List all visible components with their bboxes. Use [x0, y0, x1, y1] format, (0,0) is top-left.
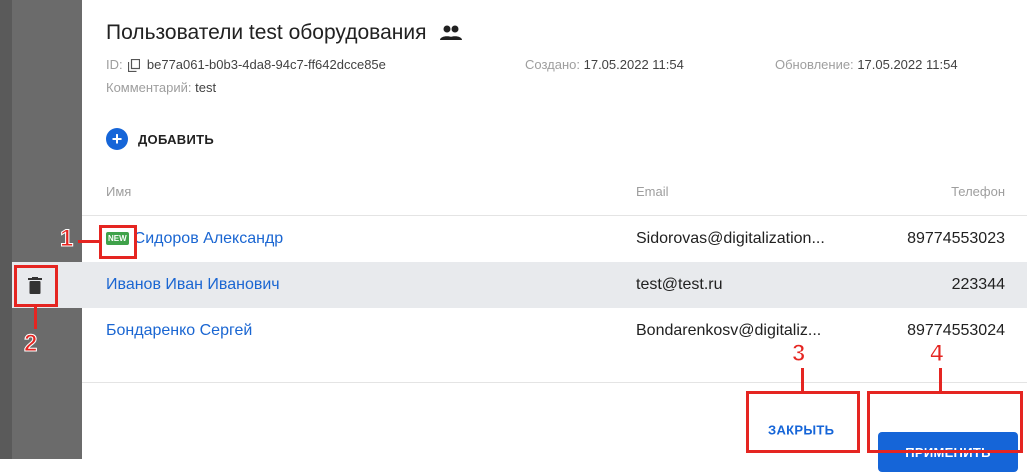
- new-badge: NEW: [106, 232, 129, 246]
- user-name-link[interactable]: Иванов Иван Иванович: [106, 276, 280, 294]
- annotation-number-3: 3: [791, 340, 806, 368]
- id-value: be77a061-b0b3-4da8-94c7-ff642dcce85e: [146, 57, 386, 72]
- table-row[interactable]: Иванов Иван Иванович test@test.ru 223344: [82, 262, 1027, 308]
- comment-value: test: [195, 80, 217, 95]
- created-value: 17.05.2022 11:54: [583, 57, 684, 72]
- annotation-number-1: 1: [59, 225, 74, 253]
- add-button[interactable]: + ДОБАВИТЬ: [106, 128, 214, 150]
- user-email: Bondarenkosv@digitaliz...: [636, 322, 822, 339]
- close-button[interactable]: ЗАКРЫТЬ: [768, 423, 834, 438]
- dialog-panel: Пользователи test оборудования ID: be77a…: [82, 0, 1027, 472]
- updated-label: Обновление:: [775, 57, 854, 72]
- annotation-line-2: [34, 307, 37, 329]
- copy-icon[interactable]: [128, 59, 141, 73]
- comment-line: Комментарий: test: [106, 80, 216, 95]
- annotation-line-4: [939, 368, 942, 391]
- annotation-number-4: 4: [929, 340, 944, 368]
- column-header-email[interactable]: Email: [636, 184, 669, 199]
- id-line: ID: be77a061-b0b3-4da8-94c7-ff642dcce85e: [106, 57, 386, 73]
- updated-value: 17.05.2022 11:54: [857, 57, 958, 72]
- user-name-link[interactable]: NEW Сидоров Александр: [106, 230, 283, 248]
- user-email: test@test.ru: [636, 276, 723, 293]
- annotation-line-3: [801, 368, 804, 391]
- sidebar-edge: [0, 0, 12, 459]
- trash-icon[interactable]: [28, 277, 42, 294]
- user-name-text: Сидоров Александр: [133, 230, 284, 247]
- add-button-label: ДОБАВИТЬ: [138, 131, 215, 147]
- row-hover-highlight: [12, 262, 82, 308]
- annotation-line-1: [78, 240, 99, 243]
- column-header-phone[interactable]: Телефон: [951, 184, 1005, 199]
- user-phone: 89774553024: [907, 322, 1005, 339]
- dialog-title: Пользователи test оборудования: [106, 21, 464, 45]
- footer-divider: [82, 382, 1027, 383]
- group-users-icon: [440, 25, 463, 41]
- annotation-number-2: 2: [23, 330, 38, 358]
- user-name-link[interactable]: Бондаренко Сергей: [106, 322, 252, 340]
- comment-label: Комментарий:: [106, 80, 192, 95]
- plus-icon: +: [106, 128, 128, 150]
- column-header-name[interactable]: Имя: [106, 184, 131, 199]
- id-label: ID:: [106, 57, 123, 72]
- user-email: Sidorovas@digitalization...: [636, 230, 825, 247]
- dialog-title-text: Пользователи test оборудования: [106, 21, 427, 44]
- table-row[interactable]: NEW Сидоров Александр Sidorovas@digitaliz…: [82, 216, 1027, 262]
- apply-button[interactable]: ПРИМЕНИТЬ: [878, 432, 1018, 472]
- user-phone: 223344: [951, 276, 1005, 293]
- user-phone: 89774553023: [907, 230, 1005, 247]
- created-line: Создано: 17.05.2022 11:54: [525, 57, 684, 72]
- created-label: Создано:: [525, 57, 580, 72]
- table-row[interactable]: Бондаренко Сергей Bondarenkosv@digitaliz…: [82, 308, 1027, 354]
- updated-line: Обновление: 17.05.2022 11:54: [775, 57, 958, 72]
